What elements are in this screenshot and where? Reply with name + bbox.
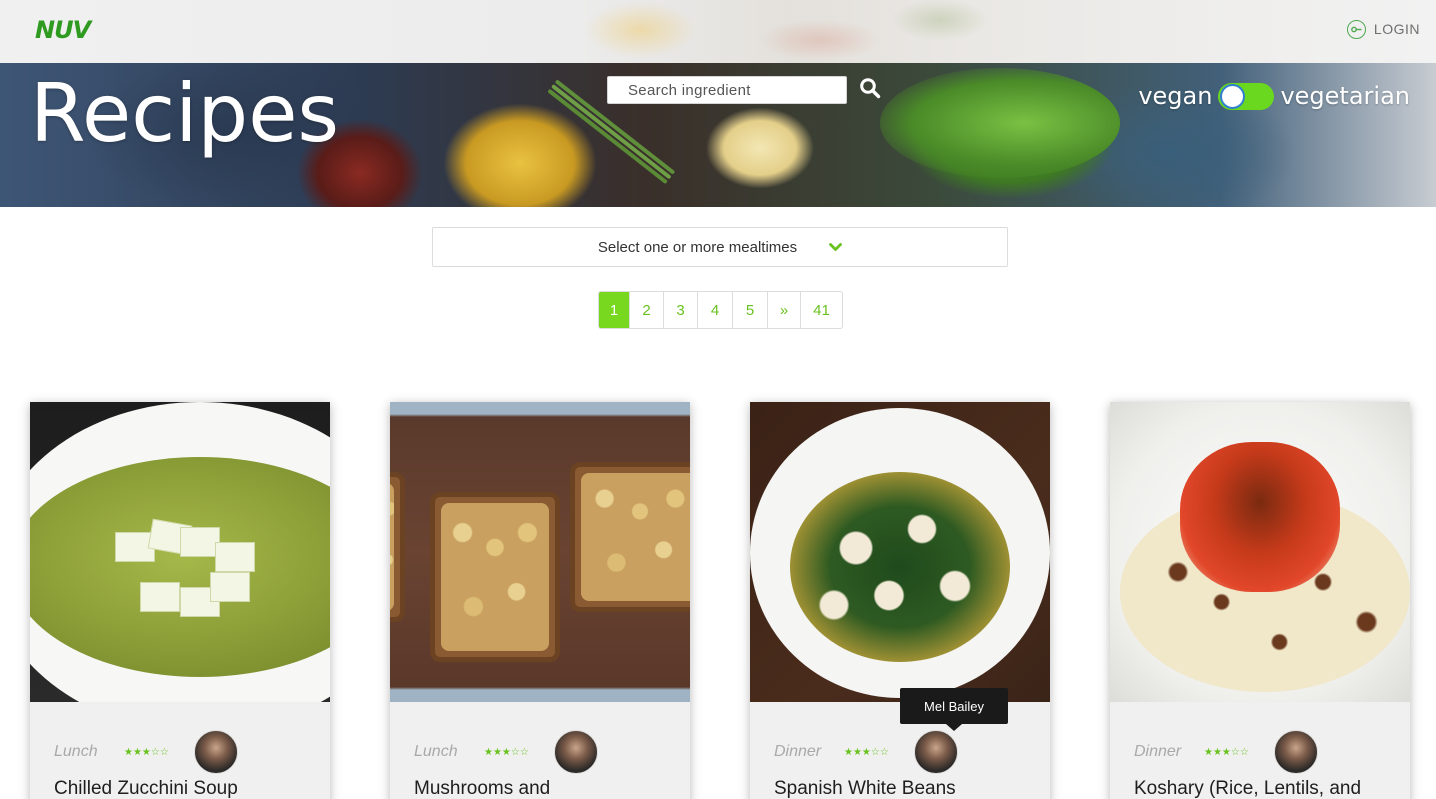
rating-stars: ★★★☆☆ <box>124 746 169 758</box>
pagination: 1 2 3 4 5 » 41 <box>598 291 843 329</box>
page-title: Recipes <box>30 67 340 160</box>
hero-banner: Recipes vegan vegetarian <box>0 63 1436 207</box>
recipe-card[interactable]: Dinner ★★★☆☆ Koshary (Rice, Lentils, and <box>1110 402 1410 799</box>
mealtime-label: Dinner <box>1134 743 1182 760</box>
top-bar: NUV LOGIN <box>0 0 1436 63</box>
author-tooltip: Mel Bailey <box>900 688 1008 731</box>
recipe-image[interactable] <box>1110 402 1410 702</box>
recipe-card[interactable]: Mel Bailey Dinner ★★★☆☆ Spanish White Be… <box>750 402 1050 799</box>
header-background-image <box>520 0 1000 63</box>
author-avatar[interactable] <box>914 730 958 774</box>
mealtime-label: Lunch <box>414 743 458 760</box>
search-icon[interactable] <box>859 77 881 104</box>
mealtime-label: Lunch <box>54 743 98 760</box>
recipe-image[interactable] <box>30 402 330 702</box>
rating-stars: ★★★☆☆ <box>844 746 889 758</box>
recipe-title[interactable]: Chilled Zucchini Soup <box>54 778 314 799</box>
diet-switch-knob <box>1220 83 1246 109</box>
vegetarian-label[interactable]: vegetarian <box>1280 82 1410 110</box>
nuv-logo[interactable]: NUV <box>35 16 91 44</box>
login-label: LOGIN <box>1373 21 1420 37</box>
recipe-title[interactable]: Spanish White Beans <box>774 778 1034 799</box>
recipe-meta: Lunch ★★★☆☆ <box>414 730 674 774</box>
diet-toggle: vegan vegetarian <box>1138 82 1410 110</box>
recipe-image[interactable] <box>390 402 690 702</box>
hero-food-image <box>880 68 1120 178</box>
recipe-grid: Lunch ★★★☆☆ Chilled Zucchini Soup Lunch … <box>0 402 1436 799</box>
page-2[interactable]: 2 <box>630 292 664 328</box>
recipe-title[interactable]: Koshary (Rice, Lentils, and <box>1134 778 1394 799</box>
recipe-card[interactable]: Lunch ★★★☆☆ Mushrooms and <box>390 402 690 799</box>
page-3[interactable]: 3 <box>664 292 698 328</box>
page-5[interactable]: 5 <box>733 292 768 328</box>
search-input[interactable] <box>607 76 847 104</box>
recipe-meta: Dinner ★★★☆☆ <box>1134 730 1394 774</box>
mealtime-select[interactable]: Select one or more mealtimes <box>432 227 1008 267</box>
mealtime-label: Dinner <box>774 743 822 760</box>
recipe-title[interactable]: Mushrooms and <box>414 778 674 799</box>
recipe-meta: Dinner ★★★☆☆ <box>774 730 1034 774</box>
vegan-label[interactable]: vegan <box>1138 82 1212 110</box>
recipe-image[interactable] <box>750 402 1050 702</box>
page-last[interactable]: 41 <box>801 292 842 328</box>
chevron-down-icon <box>829 242 843 251</box>
page-4[interactable]: 4 <box>698 292 733 328</box>
search-bar <box>607 76 881 104</box>
mealtime-select-label: Select one or more mealtimes <box>597 238 798 256</box>
rating-stars: ★★★☆☆ <box>1204 746 1249 758</box>
recipe-meta: Lunch ★★★☆☆ <box>54 730 314 774</box>
page-1[interactable]: 1 <box>599 292 630 328</box>
author-avatar[interactable] <box>1274 730 1318 774</box>
key-icon <box>1346 19 1366 39</box>
diet-switch[interactable] <box>1218 82 1275 110</box>
author-avatar[interactable] <box>194 730 238 774</box>
author-avatar[interactable] <box>554 730 598 774</box>
page-next[interactable]: » <box>768 292 801 328</box>
rating-stars: ★★★☆☆ <box>484 746 529 758</box>
recipe-card[interactable]: Lunch ★★★☆☆ Chilled Zucchini Soup <box>30 402 330 799</box>
login-button[interactable]: LOGIN <box>1346 18 1420 40</box>
